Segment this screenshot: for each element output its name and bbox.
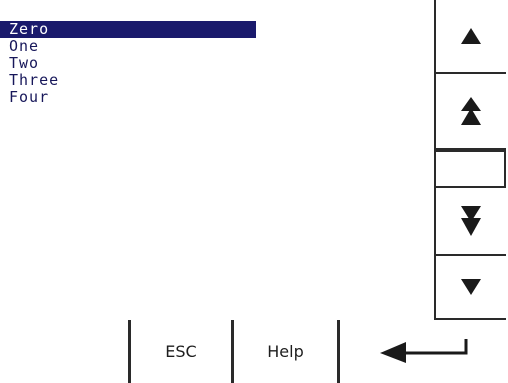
list-item-four[interactable]: Four bbox=[0, 89, 256, 106]
page-down-button[interactable] bbox=[434, 188, 506, 256]
scroll-up-button[interactable] bbox=[434, 0, 506, 74]
arrow-up-icon bbox=[460, 27, 482, 45]
selection-list[interactable]: Zero One Two Three Four bbox=[0, 21, 256, 106]
help-button[interactable]: Help bbox=[231, 320, 337, 383]
esc-button-label: ESC bbox=[165, 342, 197, 361]
enter-arrow-icon bbox=[378, 337, 470, 367]
scroll-down-button[interactable] bbox=[434, 256, 506, 320]
help-button-label: Help bbox=[267, 342, 304, 361]
bottom-button-bar: ESC Help bbox=[128, 320, 508, 383]
list-item-one[interactable]: One bbox=[0, 38, 256, 55]
enter-button[interactable] bbox=[337, 320, 508, 383]
list-item-zero[interactable]: Zero bbox=[0, 21, 256, 38]
esc-button[interactable]: ESC bbox=[128, 320, 231, 383]
arrow-down-icon bbox=[460, 278, 482, 296]
list-item-three[interactable]: Three bbox=[0, 72, 256, 89]
scroll-button-panel bbox=[434, 0, 508, 320]
page-up-button[interactable] bbox=[434, 74, 506, 150]
double-arrow-up-icon bbox=[460, 96, 482, 126]
list-item-two[interactable]: Two bbox=[0, 55, 256, 72]
double-arrow-down-icon bbox=[460, 205, 482, 237]
scroll-position-box[interactable] bbox=[434, 150, 506, 188]
